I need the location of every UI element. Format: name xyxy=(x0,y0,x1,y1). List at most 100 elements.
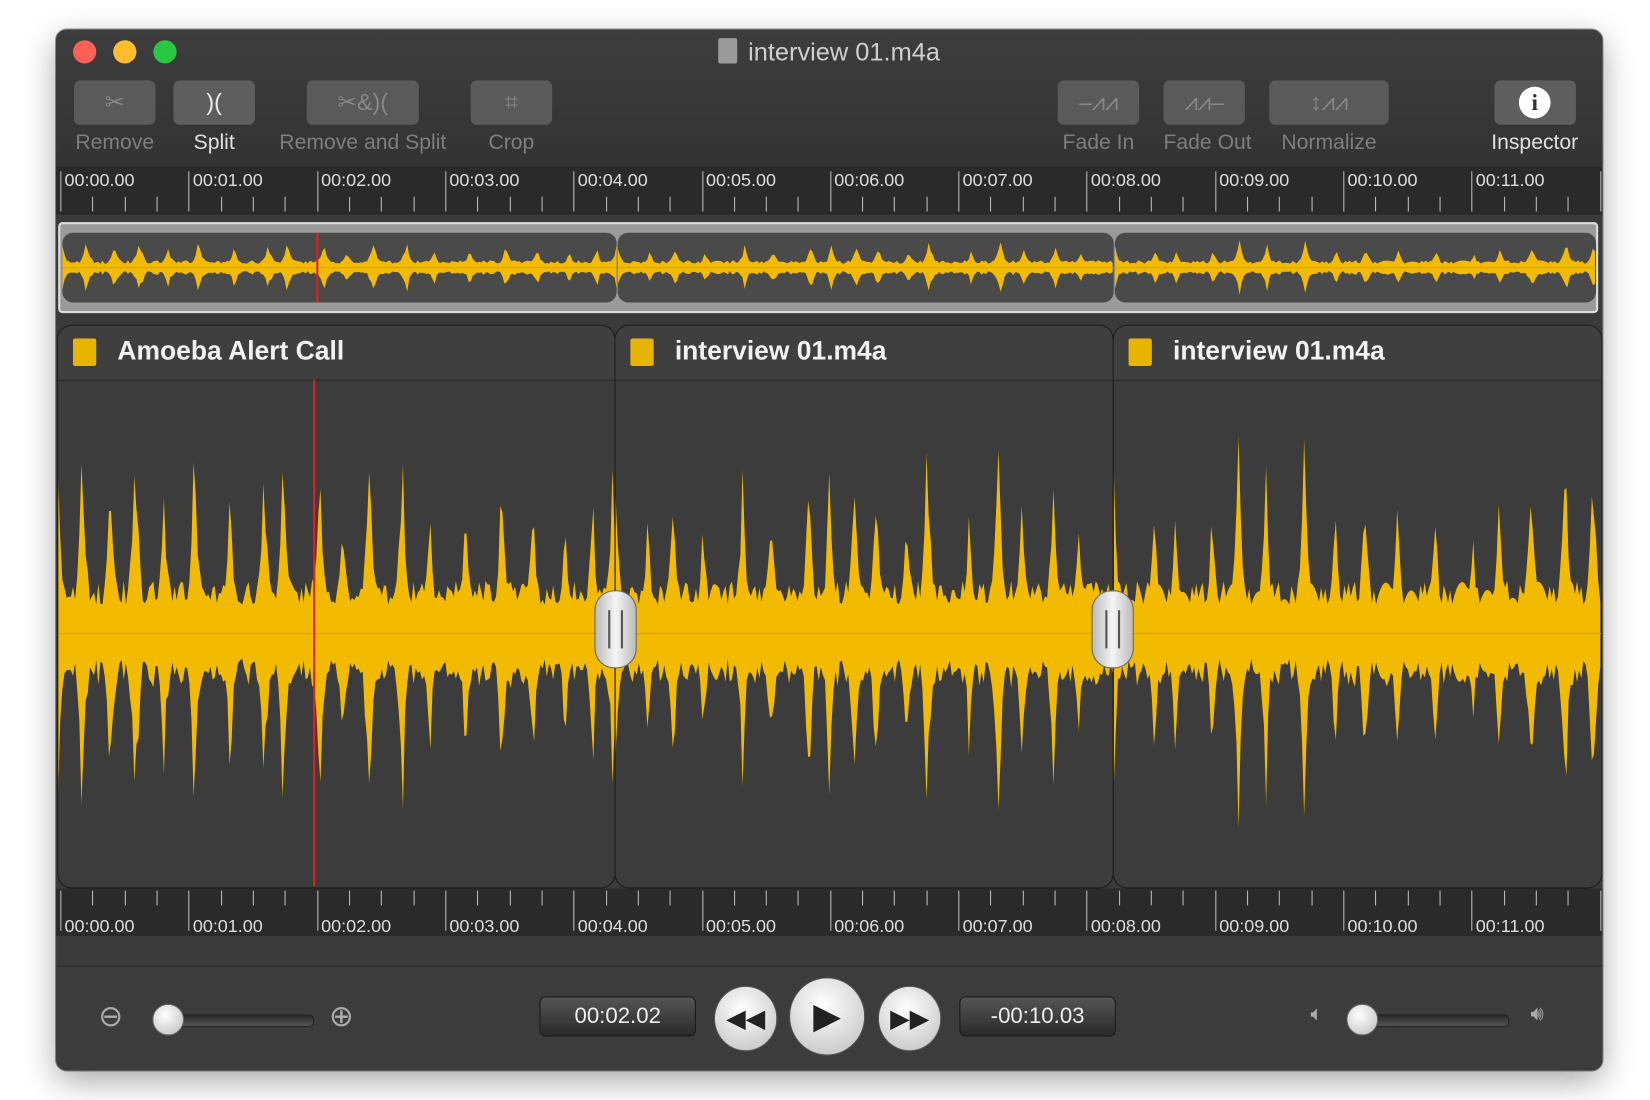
waveform-shape xyxy=(58,462,615,810)
clip-name: interview 01.m4a xyxy=(1172,336,1385,366)
ruler-label: 00:10.00 xyxy=(1347,915,1418,937)
play-button[interactable]: ▶ xyxy=(789,977,866,1056)
zoom-slider[interactable] xyxy=(161,1014,315,1028)
ruler-tick xyxy=(573,171,575,212)
ruler-tick xyxy=(862,890,864,906)
remove-label: Remove xyxy=(75,131,155,155)
ruler-tick xyxy=(1150,890,1152,906)
split-icon: )( xyxy=(173,80,255,125)
volume-slider-knob[interactable] xyxy=(1346,1003,1379,1036)
clip-header: interview 01.m4a xyxy=(1113,325,1602,381)
ruler-tick xyxy=(124,890,126,906)
ruler-tick xyxy=(1054,890,1056,906)
fade-in-button[interactable]: –⩘⩘ Fade In xyxy=(1057,80,1140,155)
ruler-label: 00:10.00 xyxy=(1347,170,1418,191)
remove-button[interactable]: ✂ Remove xyxy=(74,80,156,155)
inspector-btn-face: i xyxy=(1494,80,1576,125)
ruler-tick xyxy=(348,196,351,212)
aac-file-icon xyxy=(72,338,97,366)
ruler-tick xyxy=(798,890,800,906)
ruler-tick xyxy=(1118,196,1120,212)
split-handle[interactable] xyxy=(1091,590,1134,669)
ruler-label: 00:08.00 xyxy=(1090,170,1161,191)
ruler-tick xyxy=(445,171,447,212)
split-handle[interactable] xyxy=(594,590,637,669)
ruler-tick xyxy=(381,196,383,212)
fade-in-label: Fade In xyxy=(1062,131,1135,155)
zoom-slider-knob[interactable] xyxy=(152,1003,185,1036)
ruler-tick xyxy=(765,890,767,906)
crop-button[interactable]: ⌗ Crop xyxy=(470,80,553,155)
ruler-tick xyxy=(60,171,62,212)
ruler-tick xyxy=(1567,890,1569,906)
ruler-tick xyxy=(220,890,222,906)
ruler-tick xyxy=(1343,890,1345,931)
ruler-tick xyxy=(798,196,800,212)
ruler-tick xyxy=(1086,171,1088,212)
overview-waveform xyxy=(62,244,617,292)
remove-and-split-label: Remove and Split xyxy=(279,131,447,155)
overview-playhead[interactable] xyxy=(316,232,319,303)
waveform-shape xyxy=(617,242,1113,292)
clip-name: interview 01.m4a xyxy=(674,336,887,366)
zoom-out-icon[interactable]: ⊖ xyxy=(98,998,123,1033)
ruler-label: 00:00.00 xyxy=(64,915,135,937)
zoom-in-icon[interactable]: ⊕ xyxy=(329,998,354,1033)
rewind-button[interactable]: ◀◀ xyxy=(713,985,778,1052)
ruler-label: 00:05.00 xyxy=(706,170,777,191)
ruler-tick xyxy=(252,196,254,212)
window-title-text: interview 01.m4a xyxy=(748,38,940,67)
ruler-label: 00:11.00 xyxy=(1475,915,1545,937)
inspector-label: Inspector xyxy=(1491,131,1579,155)
ruler-tick xyxy=(669,890,671,906)
normalize-button[interactable]: ↕⩘⩘ Normalize xyxy=(1269,80,1389,155)
split-button[interactable]: )(Split xyxy=(173,80,255,155)
app-window: interview 01.m4a ✂ Remove )(Split ✂&)(Rem… xyxy=(56,29,1603,1071)
clip-1[interactable]: Amoeba Alert Call xyxy=(57,324,616,889)
fade-out-button[interactable]: ⩘⩘– Fade Out xyxy=(1163,80,1252,155)
ruler-tick xyxy=(413,196,415,212)
top-time-ruler: 00:00.00 00:01.00 00:02.00 00:03.00 00:04.00… xyxy=(56,167,1603,215)
ruler-tick xyxy=(1182,890,1184,906)
ruler-tick xyxy=(220,196,222,212)
ruler-tick xyxy=(156,196,158,212)
ruler-tick xyxy=(92,890,94,906)
ruler-label: 00:01.00 xyxy=(192,170,263,191)
ruler-tick xyxy=(990,890,992,906)
ruler-tick xyxy=(316,890,318,931)
fast-forward-button[interactable]: ▶▶ xyxy=(877,985,942,1052)
ruler-label: 00:06.00 xyxy=(834,915,905,937)
ruler-tick xyxy=(926,196,928,212)
clip-3[interactable]: interview 01.m4a xyxy=(1112,324,1603,889)
ruler-label: 00:09.00 xyxy=(1219,170,1290,191)
overview-strip[interactable] xyxy=(58,222,1599,314)
playhead[interactable] xyxy=(313,379,316,887)
remaining-time-display: -00:10.03 xyxy=(959,996,1116,1037)
ruler-tick xyxy=(348,890,351,906)
overview-waveform xyxy=(617,242,1114,292)
ruler-tick xyxy=(1599,171,1601,212)
normalize-icon: ↕⩘⩘ xyxy=(1269,80,1389,125)
remove-and-split-button[interactable]: ✂&)(Remove and Split xyxy=(268,80,458,155)
info-icon: i xyxy=(1518,86,1551,119)
ruler-tick xyxy=(1503,196,1505,212)
ruler-tick xyxy=(637,196,639,212)
ruler-label: 00:08.00 xyxy=(1090,915,1161,937)
inspector-button[interactable]: i Inspector xyxy=(1482,80,1588,155)
volume-high-icon: 🔊︎ xyxy=(1530,1002,1544,1026)
clip-2[interactable]: interview 01.m4a xyxy=(614,324,1114,889)
volume-slider[interactable] xyxy=(1357,1014,1510,1028)
ruler-tick xyxy=(1407,196,1409,212)
ruler-tick xyxy=(381,890,383,906)
document-icon xyxy=(718,38,738,64)
ruler-label: 00:00.00 xyxy=(64,170,135,191)
ruler-label: 00:04.00 xyxy=(577,170,648,191)
ruler-tick xyxy=(1214,171,1217,212)
ruler-tick xyxy=(1311,196,1313,212)
ruler-tick xyxy=(1214,890,1217,931)
rewind-icon: ◀◀ xyxy=(726,1004,766,1033)
ruler-tick xyxy=(573,890,575,931)
ruler-tick xyxy=(188,890,190,931)
ruler-tick xyxy=(541,890,543,906)
ruler-tick xyxy=(1086,890,1088,931)
